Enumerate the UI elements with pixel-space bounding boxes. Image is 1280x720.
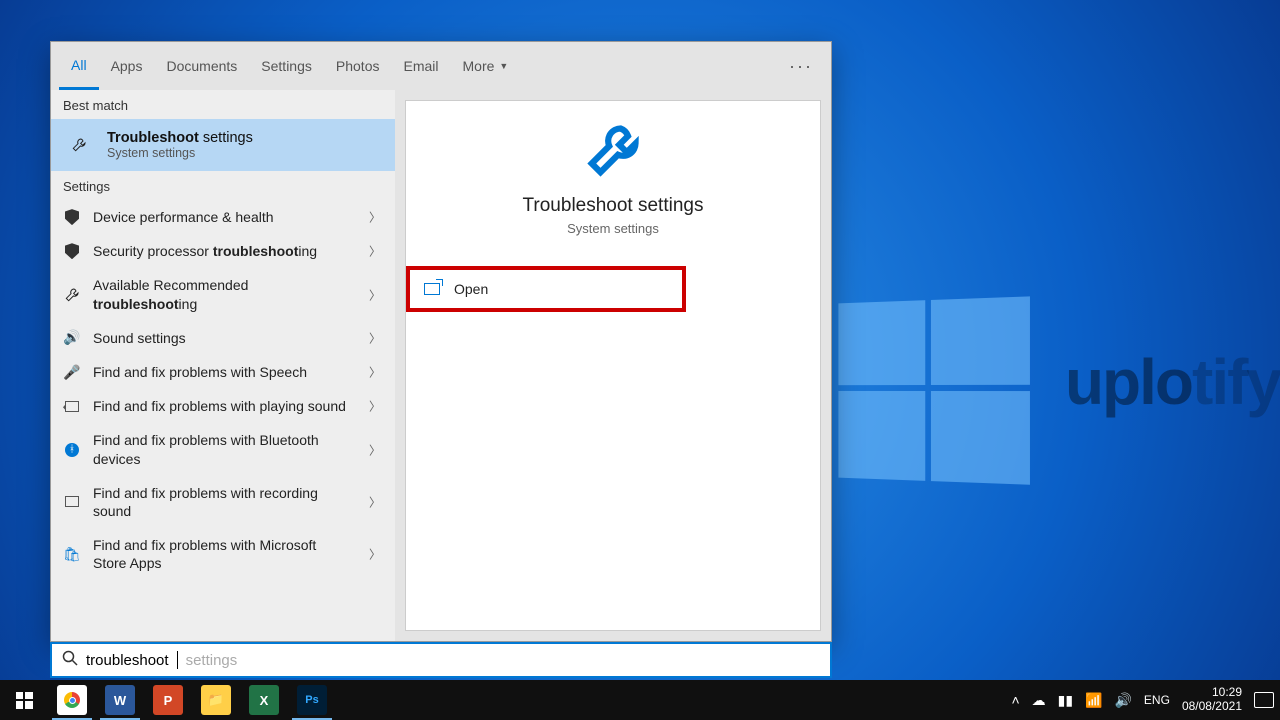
item-label: Find and fix problems with Speech xyxy=(93,363,307,381)
taskbar: W P 📁 X Ps ˄ ☁ ▮▮ 📶 🔊 ENG 10:29 08/08/20… xyxy=(0,680,1280,720)
taskbar-excel[interactable]: X xyxy=(240,680,288,720)
item-device-performance[interactable]: Device performance & health 〉 xyxy=(51,200,395,234)
item-label: Find and fix problems with Microsoft Sto… xyxy=(93,536,353,572)
watermark-a: uplo xyxy=(1065,346,1192,418)
tray-onedrive-icon[interactable]: ☁ xyxy=(1032,692,1046,709)
shield-icon xyxy=(63,243,81,259)
tab-more-label: More xyxy=(463,58,495,74)
item-label: Security processor troubleshooting xyxy=(93,242,317,260)
store-icon: 🛍 xyxy=(63,546,81,563)
item-label: Find and fix problems with recording sou… xyxy=(93,484,353,520)
watermark-b: tify xyxy=(1192,346,1280,418)
preview-title: Troubleshoot settings xyxy=(523,195,704,217)
search-input[interactable]: troubleshoot settings xyxy=(50,642,832,678)
search-suggestion: settings xyxy=(186,652,238,669)
tray-time: 10:29 xyxy=(1182,686,1242,700)
preview-pane: Troubleshoot settings System settings Op… xyxy=(405,100,821,631)
microphone-icon: 🎤 xyxy=(63,364,81,381)
search-typed-text: troubleshoot xyxy=(86,652,169,669)
taskbar-powerpoint[interactable]: P xyxy=(144,680,192,720)
preview-pane-container: Troubleshoot settings System settings Op… xyxy=(395,90,831,641)
chevron-right-icon: 〉 xyxy=(369,398,381,415)
chevron-right-icon: 〉 xyxy=(369,546,381,563)
section-settings: Settings xyxy=(51,171,395,200)
best-match-text: Troubleshoot settings System settings xyxy=(107,130,253,160)
chevron-right-icon: 〉 xyxy=(369,493,381,510)
chevron-right-icon: 〉 xyxy=(369,441,381,458)
tray-date: 08/08/2021 xyxy=(1182,700,1242,714)
item-label: Find and fix problems with playing sound xyxy=(93,397,346,415)
item-speech[interactable]: 🎤 Find and fix problems with Speech 〉 xyxy=(51,355,395,389)
start-search-panel: All Apps Documents Settings Photos Email… xyxy=(50,41,832,642)
open-button[interactable]: Open xyxy=(406,266,686,312)
tray-volume-icon[interactable]: 🔊 xyxy=(1114,692,1131,709)
taskbar-word[interactable]: W xyxy=(96,680,144,720)
tab-more[interactable]: More ▼ xyxy=(451,42,521,90)
best-match-title-rest: settings xyxy=(199,130,253,146)
item-security-processor[interactable]: Security processor troubleshooting 〉 xyxy=(51,234,395,268)
chevron-right-icon: 〉 xyxy=(369,209,381,226)
item-label: Sound settings xyxy=(93,329,186,347)
tray-language[interactable]: ENG xyxy=(1144,693,1170,707)
tray-battery-icon[interactable]: ▮▮ xyxy=(1058,692,1073,709)
bluetooth-icon: ᚼ xyxy=(63,443,81,457)
tray-clock[interactable]: 10:29 08/08/2021 xyxy=(1182,686,1242,714)
item-recording-sound[interactable]: Find and fix problems with recording sou… xyxy=(51,476,395,528)
item-label: Device performance & health xyxy=(93,208,274,226)
taskbar-chrome[interactable] xyxy=(48,680,96,720)
tab-documents[interactable]: Documents xyxy=(154,42,249,90)
item-playing-sound[interactable]: Find and fix problems with playing sound… xyxy=(51,389,395,423)
play-icon xyxy=(63,401,81,412)
tab-settings[interactable]: Settings xyxy=(249,42,324,90)
item-available-troubleshooting[interactable]: Available Recommended troubleshooting 〉 xyxy=(51,268,395,320)
tab-email[interactable]: Email xyxy=(391,42,450,90)
item-sound-settings[interactable]: 🔊 Sound settings 〉 xyxy=(51,321,395,355)
chevron-right-icon: 〉 xyxy=(369,286,381,303)
section-best-match: Best match xyxy=(51,90,395,119)
chevron-right-icon: 〉 xyxy=(369,243,381,260)
wrench-icon xyxy=(63,287,81,303)
notifications-icon[interactable] xyxy=(1254,692,1274,708)
shield-icon xyxy=(63,209,81,225)
best-match-item[interactable]: Troubleshoot settings System settings xyxy=(51,119,395,171)
best-match-title-bold: Troubleshoot xyxy=(107,130,199,146)
tray-wifi-icon[interactable]: 📶 xyxy=(1085,692,1102,709)
taskbar-photoshop[interactable]: Ps xyxy=(288,680,336,720)
preview-subtitle: System settings xyxy=(567,221,659,236)
windows-icon xyxy=(16,692,33,709)
wrench-icon xyxy=(583,121,643,181)
search-main: Best match Troubleshoot settings System … xyxy=(51,90,831,641)
taskbar-explorer[interactable]: 📁 xyxy=(192,680,240,720)
more-options-button[interactable]: ··· xyxy=(789,42,813,90)
results-list: Best match Troubleshoot settings System … xyxy=(51,90,395,641)
system-tray: ˄ ☁ ▮▮ 📶 🔊 ENG 10:29 08/08/2021 xyxy=(1011,680,1280,720)
open-label: Open xyxy=(454,281,488,297)
chevron-right-icon: 〉 xyxy=(369,329,381,346)
search-icon xyxy=(62,650,78,671)
watermark: uplotify xyxy=(1065,345,1280,419)
item-store-apps[interactable]: 🛍 Find and fix problems with Microsoft S… xyxy=(51,528,395,580)
wrench-icon xyxy=(63,129,95,161)
start-button[interactable] xyxy=(0,680,48,720)
item-label: Available Recommended troubleshooting xyxy=(93,276,353,312)
windows-desktop-logo xyxy=(838,296,1028,483)
search-filter-tabs: All Apps Documents Settings Photos Email… xyxy=(51,42,831,90)
speaker-icon: 🔊 xyxy=(63,329,81,346)
item-label: Find and fix problems with Bluetooth dev… xyxy=(93,431,353,467)
best-match-sub: System settings xyxy=(107,146,253,160)
tray-chevron-up-icon[interactable]: ˄ xyxy=(1011,692,1019,708)
tab-photos[interactable]: Photos xyxy=(324,42,392,90)
record-icon xyxy=(63,496,81,507)
item-bluetooth[interactable]: ᚼ Find and fix problems with Bluetooth d… xyxy=(51,423,395,475)
tab-all[interactable]: All xyxy=(59,42,99,90)
chevron-right-icon: 〉 xyxy=(369,364,381,381)
open-external-icon xyxy=(424,283,440,295)
tab-apps[interactable]: Apps xyxy=(99,42,155,90)
caret-down-icon: ▼ xyxy=(499,61,508,71)
text-cursor xyxy=(177,651,178,669)
taskbar-apps: W P 📁 X Ps xyxy=(48,680,336,720)
